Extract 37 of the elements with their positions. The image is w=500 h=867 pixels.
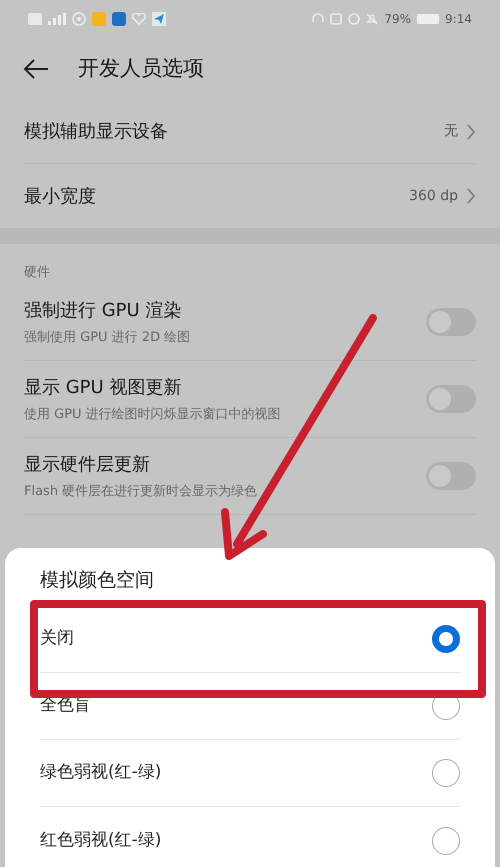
setting-label: 显示 GPU 视图更新	[24, 376, 182, 400]
setting-description: 强制使用 GPU 进行 2D 绘图	[24, 328, 190, 347]
signal-icon	[48, 13, 66, 25]
setting-value: 360 dp	[409, 186, 458, 206]
radio-button[interactable]	[432, 826, 460, 854]
radio-option[interactable]: 关闭	[40, 606, 460, 673]
toggle-switch[interactable]	[426, 308, 476, 336]
battery-icon	[417, 14, 440, 24]
back-arrow-icon[interactable]	[22, 58, 50, 80]
chevron-right-icon	[466, 122, 476, 140]
setting-label: 模拟辅助显示设备	[24, 120, 168, 144]
page-title: 开发人员选项	[78, 55, 204, 82]
battery-percentage: 79%	[384, 11, 412, 28]
section-header: 硬件	[24, 264, 50, 282]
mute-icon	[366, 13, 378, 25]
heart-icon	[132, 13, 146, 25]
radio-button[interactable]	[432, 759, 460, 787]
hotspot-icon	[72, 12, 86, 26]
radio-option[interactable]: 绿色弱视(红-绿)	[40, 740, 460, 807]
settings-row[interactable]: 模拟辅助显示设备 无	[24, 100, 476, 164]
chevron-right-icon	[466, 187, 476, 205]
radio-button[interactable]	[432, 625, 460, 653]
app-icon	[112, 12, 126, 26]
dialog-title: 模拟颜色空间	[40, 568, 154, 592]
setting-label: 最小宽度	[24, 184, 96, 208]
toggle-switch[interactable]	[426, 462, 476, 490]
setting-label: 强制进行 GPU 渲染	[24, 298, 182, 323]
radio-option[interactable]: 红色弱视(红-绿)	[40, 807, 460, 867]
toggle-switch[interactable]	[426, 385, 476, 413]
setting-description: 使用 GPU 进行绘图时闪烁显示窗口中的视图	[24, 406, 281, 424]
app-icon	[92, 12, 106, 26]
setting-description: Flash 硬件层在进行更新时会显示为绿色	[24, 482, 258, 501]
paper-plane-icon	[152, 12, 166, 26]
setting-label: 显示硬件层更新	[24, 452, 151, 477]
setting-value: 无	[444, 122, 458, 141]
clock-time: 9:14	[445, 11, 472, 28]
settings-row[interactable]: 最小宽度 360 dp	[24, 164, 476, 228]
